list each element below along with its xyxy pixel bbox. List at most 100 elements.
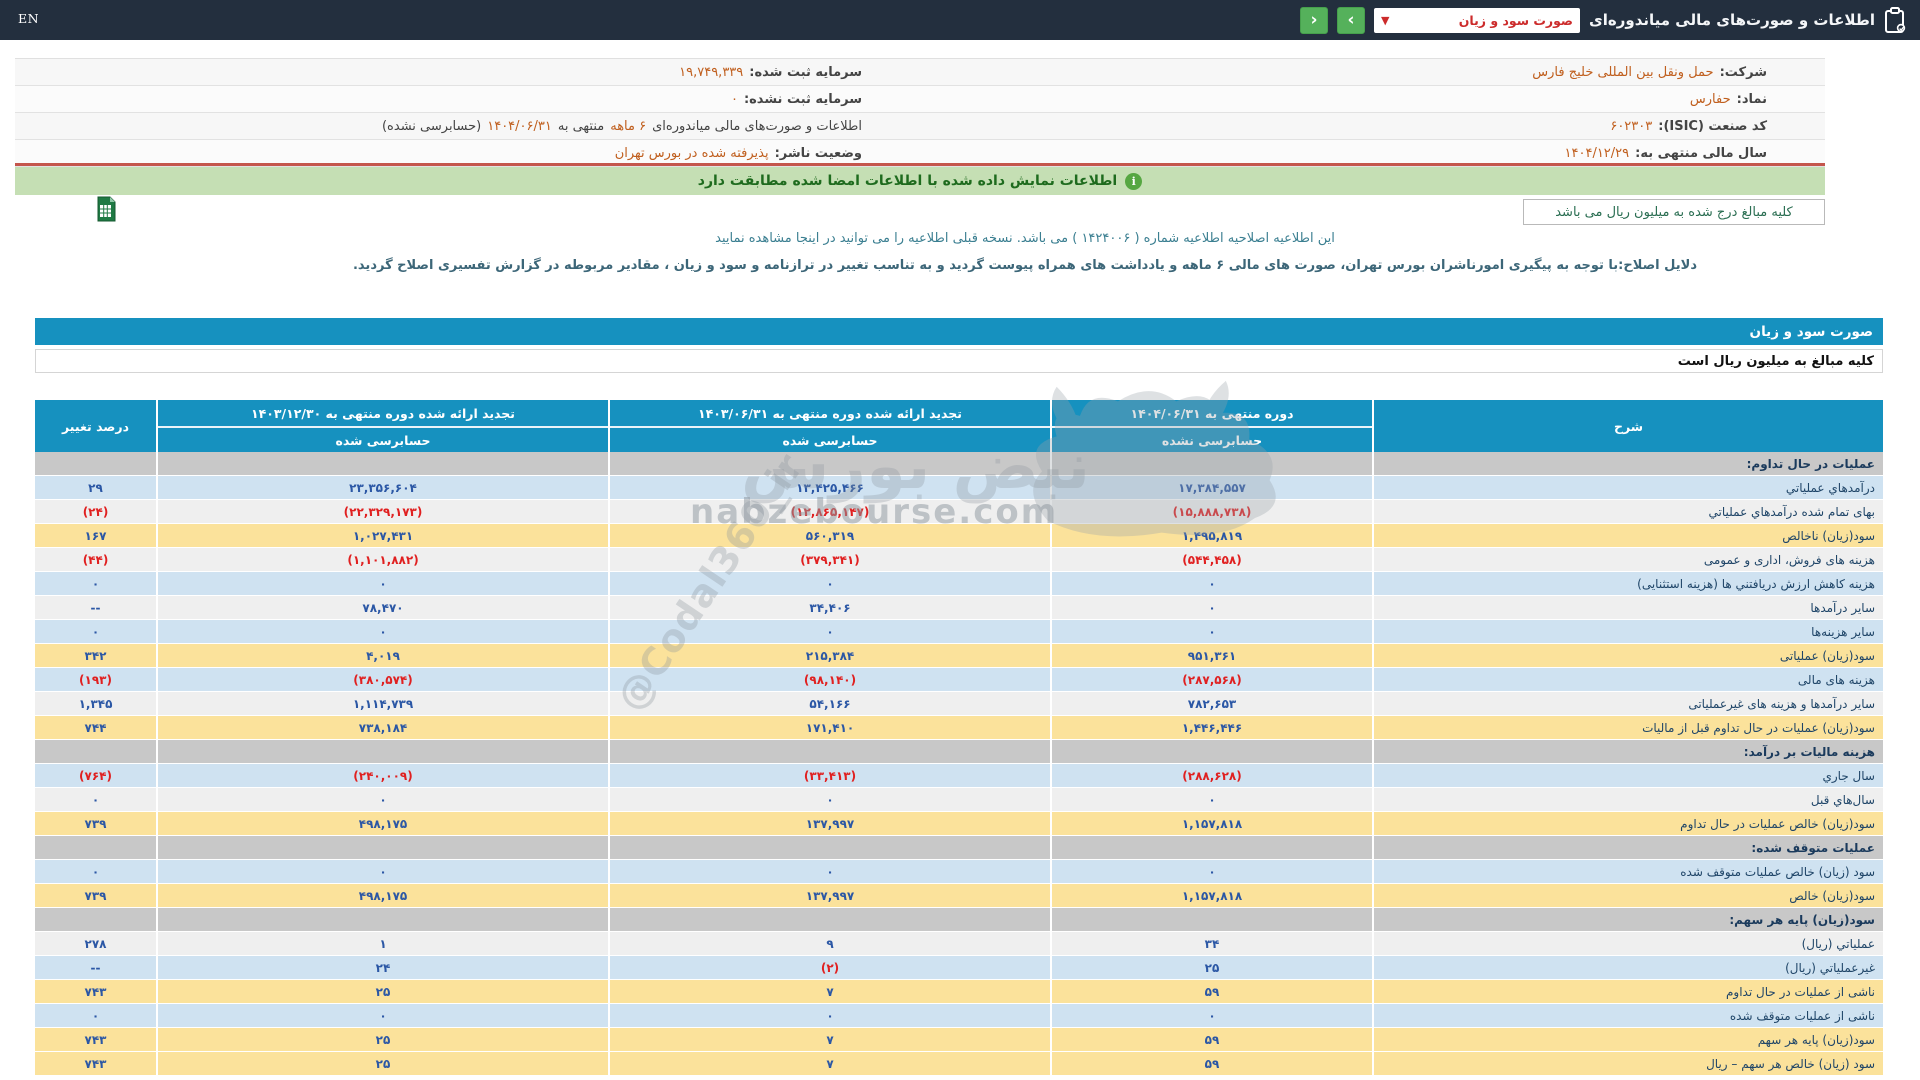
value-current-period <box>1052 740 1372 763</box>
table-row: سود (زیان) خالص عملیات متوقف شده ۰ ۰ ۰ ۰ <box>35 860 1883 883</box>
table-row: غیرعملیاتي (ریال) ۲۵ (۲) ۲۴ -- <box>35 956 1883 979</box>
table-row: هزینه های فروش، اداری و عمومی (۵۴۴,۴۵۸) (۳… <box>35 548 1883 571</box>
info-value: ۱۴۰۴/۱۲/۲۹ <box>1564 145 1630 161</box>
value-restated-6m: ۱۳,۴۲۵,۴۶۶ <box>610 476 1050 499</box>
value-restated-6m: ۰ <box>610 572 1050 595</box>
value-current-period: (۱۵,۸۸۸,۷۳۸) <box>1052 500 1372 523</box>
page-title: اطلاعات و صورت‌های مالی میاندوره‌ای <box>1589 11 1875 29</box>
info-label: سرمایه ثبت نشده: <box>743 91 862 107</box>
value-change-pct: ۲۷۸ <box>35 932 156 955</box>
table-section-row: سود(زیان) پایه هر سهم: <box>35 908 1883 931</box>
row-label: سود(زیان) عملياتی <box>1374 644 1883 667</box>
value-restated-annual: ۱ <box>158 932 608 955</box>
value-restated-annual: ۴۹۸,۱۷۵ <box>158 884 608 907</box>
value-restated-annual: (۲۴۰,۰۰۹) <box>158 764 608 787</box>
value-restated-6m: ۰ <box>610 860 1050 883</box>
table-row: سایر درآمدها و هزینه های غیرعملیاتی ۷۸۲,۶… <box>35 692 1883 715</box>
value-current-period: (۲۸۸,۶۲۸) <box>1052 764 1372 787</box>
income-table-header: شرح دوره منتهی به ۱۴۰۴/۰۶/۳۱ حسابرسی نشد… <box>35 400 1883 452</box>
info-value: ۶۰۲۳۰۳ <box>1610 118 1653 134</box>
value-current-period: ۰ <box>1052 1004 1372 1027</box>
statement-section-title: صورت سود و زیان <box>1749 323 1873 340</box>
row-label: عملیاتي (ریال) <box>1374 932 1883 955</box>
value-restated-annual: ۲۵ <box>158 980 608 1003</box>
value-current-period <box>1052 908 1372 931</box>
value-restated-annual: ۷۸,۴۷۰ <box>158 596 608 619</box>
value-restated-annual: ۲۵ <box>158 1028 608 1051</box>
value-change-pct: ۰ <box>35 620 156 643</box>
row-label: درآمدهاي عملياتي <box>1374 476 1883 499</box>
row-label: سایر درآمدها <box>1374 596 1883 619</box>
language-toggle-en[interactable]: EN <box>18 11 39 26</box>
company-info-cell-left: سرمایه ثبت نشده: ۰ <box>15 86 920 112</box>
table-row: سود(زیان) خالص ۱,۱۵۷,۸۱۸ ۱۳۷,۹۹۷ ۴۹۸,۱۷۵ ۷۳۹ <box>35 884 1883 907</box>
value-change-pct: ۰ <box>35 572 156 595</box>
value-current-period: ۵۹ <box>1052 1028 1372 1051</box>
value-change-pct: ۰ <box>35 860 156 883</box>
statement-type-select[interactable]: صورت سود و زیان ▼ <box>1374 7 1581 33</box>
clipboard-icon <box>1884 7 1906 33</box>
company-info-cell-right: کد صنعت (ISIC): ۶۰۲۳۰۳ <box>920 113 1825 139</box>
value-restated-annual <box>158 836 608 859</box>
value-restated-6m <box>610 908 1050 931</box>
value-restated-annual: ۰ <box>158 572 608 595</box>
divider-line <box>15 163 1825 166</box>
info-icon: i <box>1125 172 1143 190</box>
header-change-pct-column: درصد تغییر <box>35 400 156 452</box>
value-change-pct: ۱,۳۴۵ <box>35 692 156 715</box>
value-change-pct: ۰ <box>35 788 156 811</box>
table-unit-note: کلیه مبالغ به میلیون ریال است <box>35 349 1883 373</box>
value-restated-6m: ۹ <box>610 932 1050 955</box>
row-label: هزینه های مالی <box>1374 668 1883 691</box>
value-restated-annual: ۰ <box>158 1004 608 1027</box>
info-label: سرمایه ثبت شده: <box>749 64 862 80</box>
header-restated-annual-column: تجدید ارائه شده دوره منتهی به ۱۴۰۳/۱۲/۳۰… <box>158 400 608 452</box>
value-restated-annual: ۲۵ <box>158 1052 608 1075</box>
value-restated-annual: (۲۲,۳۲۹,۱۷۳) <box>158 500 608 523</box>
value-change-pct: (۴۴) <box>35 548 156 571</box>
value-restated-annual: ۰ <box>158 860 608 883</box>
value-current-period: ۱۷,۳۸۴,۵۵۷ <box>1052 476 1372 499</box>
info-value: حفارس <box>1689 91 1731 107</box>
amendment-note-text: این اطلاعیه اصلاحیه اطلاعیه شماره ( ۱۴۲۴… <box>819 231 1335 246</box>
value-restated-6m: ۱۷۱,۴۱۰ <box>610 716 1050 739</box>
value-change-pct: ۳۴۲ <box>35 644 156 667</box>
prev-statement-button[interactable]: ‹ <box>1300 6 1329 34</box>
row-label: ناشی از عملیات در حال تداوم <box>1374 980 1883 1003</box>
income-table-body: عملیات در حال تداوم: درآمدهاي عملياتي ۱۷,۳… <box>35 452 1883 1075</box>
company-info-row: نماد: حفارس سرمایه ثبت نشده: ۰ <box>15 86 1825 113</box>
value-restated-6m: (۳۳,۴۱۳) <box>610 764 1050 787</box>
value-change-pct: (۲۴) <box>35 500 156 523</box>
value-restated-6m: ۱۳۷,۹۹۷ <box>610 812 1050 835</box>
row-label: سود(زیان) پایه هر سهم <box>1374 1028 1883 1051</box>
excel-export-icon[interactable] <box>92 196 116 226</box>
value-restated-annual: ۷۳۸,۱۸۴ <box>158 716 608 739</box>
value-restated-6m: (۱۲,۸۶۵,۱۴۷) <box>610 500 1050 523</box>
info-text-segment: (حسابرسی نشده) <box>381 118 482 134</box>
table-row: سایر هزینه‌ها ۰ ۰ ۰ ۰ <box>35 620 1883 643</box>
value-restated-6m <box>610 740 1050 763</box>
table-section-row: عملیات در حال تداوم: <box>35 452 1883 475</box>
info-text-segment: ۱۴۰۴/۰۶/۳۱ <box>487 118 552 134</box>
value-restated-6m: ۳۴,۴۰۶ <box>610 596 1050 619</box>
company-info-cell-right: شرکت: حمل ونقل بین المللی خلیج فارس <box>920 59 1825 85</box>
info-label: نماد: <box>1736 91 1767 107</box>
row-label: سال‌هاي قبل <box>1374 788 1883 811</box>
top-navbar: EN اطلاعات و صورت‌های مالی میاندوره‌ای ص… <box>0 0 1920 40</box>
info-label: کد صنعت (ISIC): <box>1658 118 1767 134</box>
previous-version-link[interactable]: اینجا <box>796 231 820 246</box>
value-change-pct: (۱۹۳) <box>35 668 156 691</box>
value-restated-6m <box>610 452 1050 475</box>
info-label: شرکت: <box>1719 64 1767 80</box>
value-restated-6m <box>610 836 1050 859</box>
value-current-period: ۱,۴۹۵,۸۱۹ <box>1052 524 1372 547</box>
value-restated-annual: ۱,۱۱۴,۷۳۹ <box>158 692 608 715</box>
table-row: سود(زیان) پایه هر سهم ۵۹ ۷ ۲۵ ۷۴۳ <box>35 1028 1883 1051</box>
value-change-pct: -- <box>35 596 156 619</box>
table-row: ناشی از عملیات در حال تداوم ۵۹ ۷ ۲۵ ۷۴۳ <box>35 980 1883 1003</box>
value-current-period: (۵۴۴,۴۵۸) <box>1052 548 1372 571</box>
value-restated-annual <box>158 740 608 763</box>
info-value: حمل ونقل بین المللی خلیج فارس <box>1532 64 1714 80</box>
next-statement-button[interactable]: › <box>1337 6 1366 34</box>
value-restated-6m: ۵۴,۱۶۶ <box>610 692 1050 715</box>
